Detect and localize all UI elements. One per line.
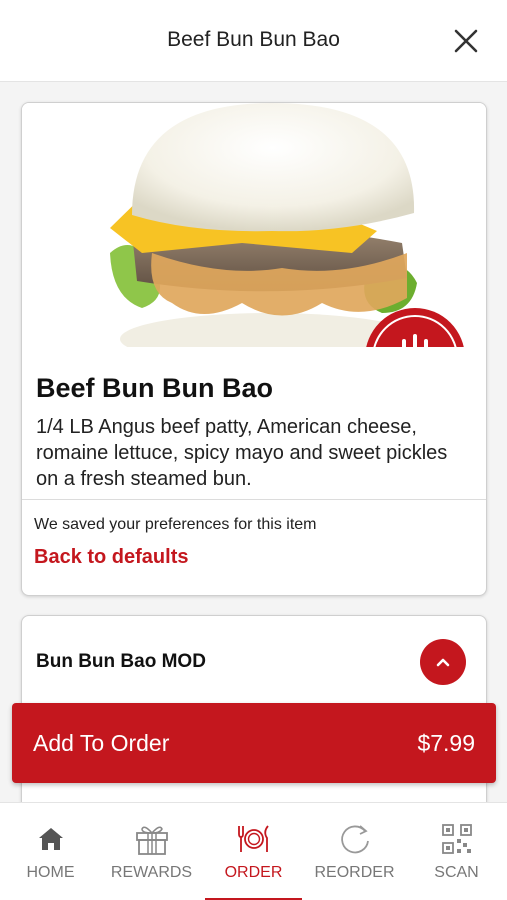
nav-item-rewards[interactable]: REWARDS <box>101 803 202 900</box>
close-icon <box>454 29 478 53</box>
page-title: Beef Bun Bun Bao <box>167 28 340 51</box>
nav-item-scan[interactable]: SCAN <box>406 803 507 900</box>
nav-label-rewards: REWARDS <box>110 864 193 881</box>
collapse-button[interactable] <box>420 639 466 685</box>
burger-image <box>110 103 464 347</box>
item-card: Beef Bun Bun Bao 1/4 LB Angus beef patty… <box>21 102 487 596</box>
modifier-title: Bun Bun Bao MOD <box>36 651 206 672</box>
add-to-order-button[interactable]: Add To Order $7.99 <box>12 703 496 783</box>
top-header: Beef Bun Bun Bao <box>0 0 507 82</box>
home-icon <box>31 821 71 857</box>
chevron-up-icon <box>436 658 450 667</box>
back-to-defaults-link[interactable]: Back to defaults <box>34 546 188 569</box>
item-name: Beef Bun Bun Bao <box>36 373 274 403</box>
item-photo <box>22 103 486 347</box>
order-price: $7.99 <box>417 730 475 756</box>
plate-utensils-icon <box>234 821 274 857</box>
bottom-navigation: HOME REWARDS ORDER REORDER SCAN <box>0 802 507 900</box>
menu-item-detail-screen: Beef Bun Bun Bao Beef Bun Bun Bao 1/4 LB… <box>0 0 507 900</box>
nav-label-order: ORDER <box>224 864 283 881</box>
gift-icon <box>132 821 172 857</box>
refresh-icon <box>335 821 375 857</box>
nav-label-reorder: REORDER <box>314 864 395 881</box>
nav-item-reorder[interactable]: REORDER <box>304 803 405 900</box>
nav-item-home[interactable]: HOME <box>0 803 101 900</box>
nav-label-scan: SCAN <box>434 864 479 881</box>
saved-preferences-note: We saved your preferences for this item <box>34 516 317 533</box>
nav-label-home: HOME <box>26 864 75 881</box>
nav-item-order[interactable]: ORDER <box>203 803 304 900</box>
add-to-order-label: Add To Order <box>33 730 170 756</box>
divider <box>22 499 486 500</box>
close-button[interactable] <box>451 26 481 56</box>
qr-code-icon <box>437 821 477 857</box>
item-description: 1/4 LB Angus beef patty, American cheese… <box>36 416 448 490</box>
